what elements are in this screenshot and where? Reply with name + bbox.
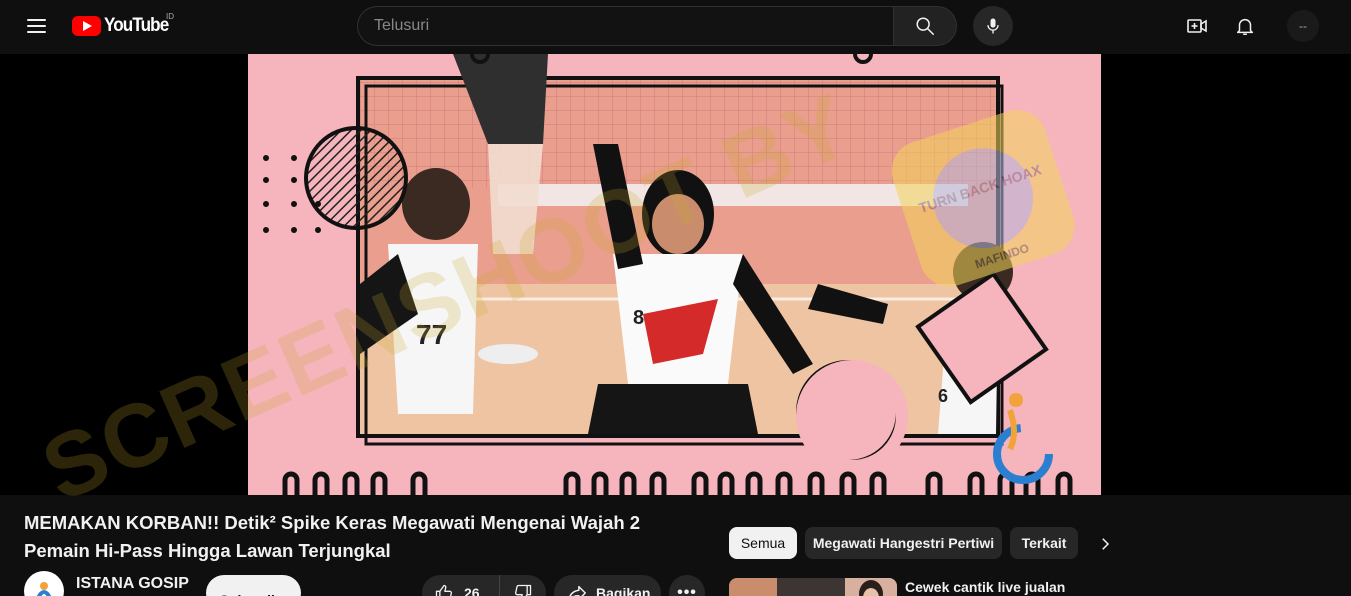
- like-dislike-group: 26: [422, 575, 546, 596]
- youtube-play-icon: [72, 16, 101, 36]
- bell-icon: [1236, 18, 1254, 35]
- share-icon: [569, 585, 586, 596]
- chip-megawati[interactable]: Megawati Hangestri Pertiwi: [805, 527, 1002, 559]
- voice-search-button[interactable]: [973, 6, 1013, 46]
- svg-text:77: 77: [416, 319, 447, 350]
- account-avatar[interactable]: --: [1287, 10, 1319, 42]
- microphone-icon: [987, 18, 999, 34]
- video-thumbnail-art: 77 8 6 TURN BACK HOAX MAFINDO: [248, 54, 1101, 495]
- search-button[interactable]: [893, 6, 957, 46]
- region-code: ID: [166, 12, 174, 21]
- chevron-right-icon: [1102, 538, 1110, 550]
- notifications-button[interactable]: [1225, 6, 1265, 46]
- menu-icon[interactable]: [16, 6, 56, 46]
- search-icon: [916, 17, 934, 35]
- chip-all[interactable]: Semua: [729, 527, 797, 559]
- more-actions-button[interactable]: •••: [669, 575, 705, 596]
- thumbs-up-icon: [435, 584, 453, 596]
- search-bar: [357, 6, 957, 46]
- svg-text:6: 6: [938, 386, 948, 406]
- video-title: MEMAKAN KORBAN!! Detik² Spike Keras Mega…: [24, 512, 641, 561]
- chips-next-button[interactable]: [1089, 528, 1121, 560]
- like-count: 26: [464, 585, 480, 596]
- channel-avatar[interactable]: [24, 571, 64, 596]
- search-input[interactable]: [357, 6, 893, 46]
- subscribe-button[interactable]: Subscribe: [206, 575, 301, 596]
- share-label: Bagikan: [596, 585, 651, 596]
- video-frame[interactable]: 77 8 6 TURN BACK HOAX MAFINDO: [248, 54, 1101, 495]
- related-thumbnail-art: [729, 578, 897, 596]
- dislike-button[interactable]: [500, 575, 546, 596]
- video-add-icon: [1187, 19, 1207, 33]
- thumbs-down-icon: [514, 584, 532, 596]
- related-video-thumbnail[interactable]: [729, 578, 897, 596]
- channel-logo-icon: [36, 582, 52, 596]
- svg-text:8: 8: [633, 307, 644, 329]
- chip-related[interactable]: Terkait: [1010, 527, 1078, 559]
- like-button[interactable]: 26: [422, 575, 500, 596]
- logo-text: YouTube: [104, 15, 169, 36]
- youtube-logo[interactable]: YouTube: [72, 14, 175, 38]
- masthead: YouTube ID --: [0, 0, 1351, 52]
- video-player[interactable]: 77 8 6 TURN BACK HOAX MAFINDO: [0, 54, 1351, 495]
- channel-name[interactable]: ISTANA GOSIP: [76, 575, 189, 593]
- share-button[interactable]: Bagikan: [554, 575, 661, 596]
- related-video-title[interactable]: Cewek cantik live jualan: [905, 579, 1145, 595]
- create-button[interactable]: [1177, 6, 1217, 46]
